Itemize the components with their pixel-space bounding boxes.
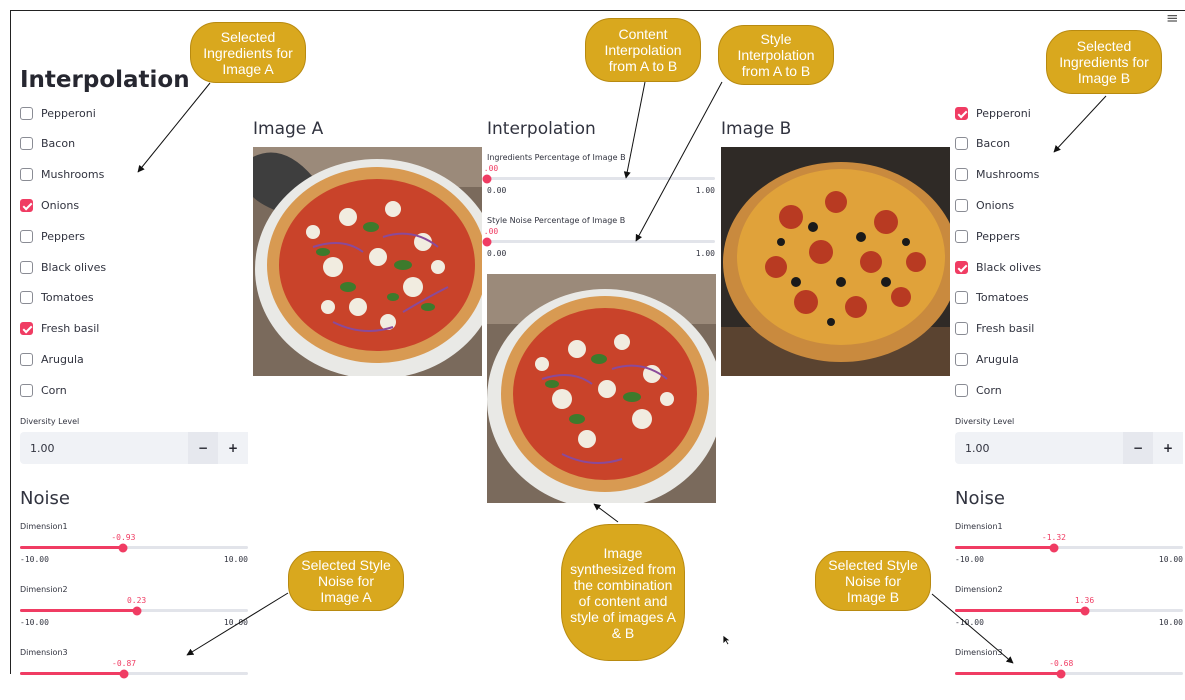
callout-ingredients-a: Selected Ingredients for Image A — [190, 22, 306, 83]
callout-noise-a: Selected Style Noise for Image A — [288, 551, 404, 611]
callout-synthesized-image: Image synthesized from the combination o… — [561, 524, 685, 661]
mouse-cursor-icon — [722, 634, 732, 646]
callout-ingredients-b: Selected Ingredients for Image B — [1046, 30, 1162, 94]
callout-noise-b: Selected Style Noise for Image B — [815, 551, 931, 611]
callout-style-interpolation: Style Interpolation from A to B — [718, 25, 834, 85]
callout-content-interpolation: Content Interpolation from A to B — [585, 18, 701, 82]
